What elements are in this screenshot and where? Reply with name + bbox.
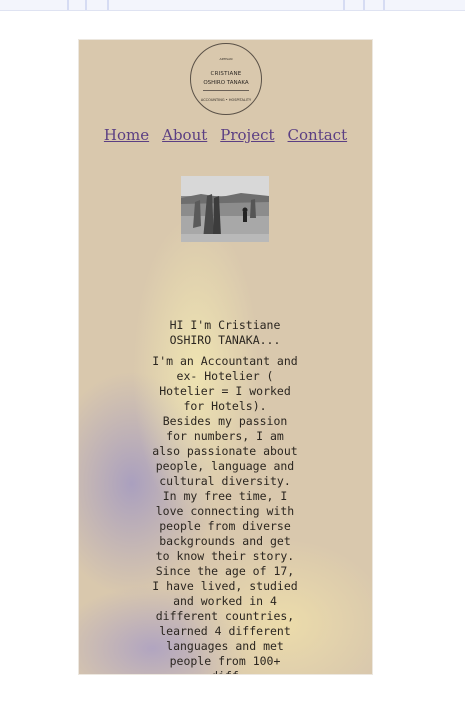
intro-heading: HI I'm Cristiane OSHIRO TANAKA...	[169, 318, 281, 347]
ruler-guide	[85, 0, 87, 10]
ruler-guide	[363, 0, 365, 10]
mobile-page-preview: ARTISAN CRISTIANE OSHIRO TANAKA ACCOUNTI…	[79, 40, 372, 674]
intro-paragraph: I'm an Accountant and ex- Hotelier ( Hot…	[152, 354, 298, 674]
profile-photo	[181, 176, 269, 242]
logo-bottom-text: ACCOUNTING • HOSPITALITY	[200, 98, 252, 102]
nav-link-contact[interactable]: Contact	[288, 126, 348, 144]
nav-link-project[interactable]: Project	[220, 126, 274, 144]
logo-name-line2: OSHIRO TANAKA	[203, 80, 249, 86]
ruler-guide	[107, 0, 109, 10]
logo-divider	[203, 90, 249, 91]
nav-link-about[interactable]: About	[162, 126, 207, 144]
ruler-guide	[343, 0, 345, 10]
ruler-guide	[67, 0, 69, 10]
standing-stones-image	[181, 176, 269, 242]
nav-link-home[interactable]: Home	[104, 126, 149, 144]
ruler-guide	[383, 0, 385, 10]
main-navigation: Home About Project Contact	[79, 126, 372, 144]
logo-top-text: ARTISAN	[219, 57, 233, 61]
editor-top-bar	[0, 0, 465, 11]
logo-name-line1: CRISTIANE	[210, 71, 242, 77]
site-logo[interactable]: ARTISAN CRISTIANE OSHIRO TANAKA ACCOUNTI…	[190, 43, 262, 115]
